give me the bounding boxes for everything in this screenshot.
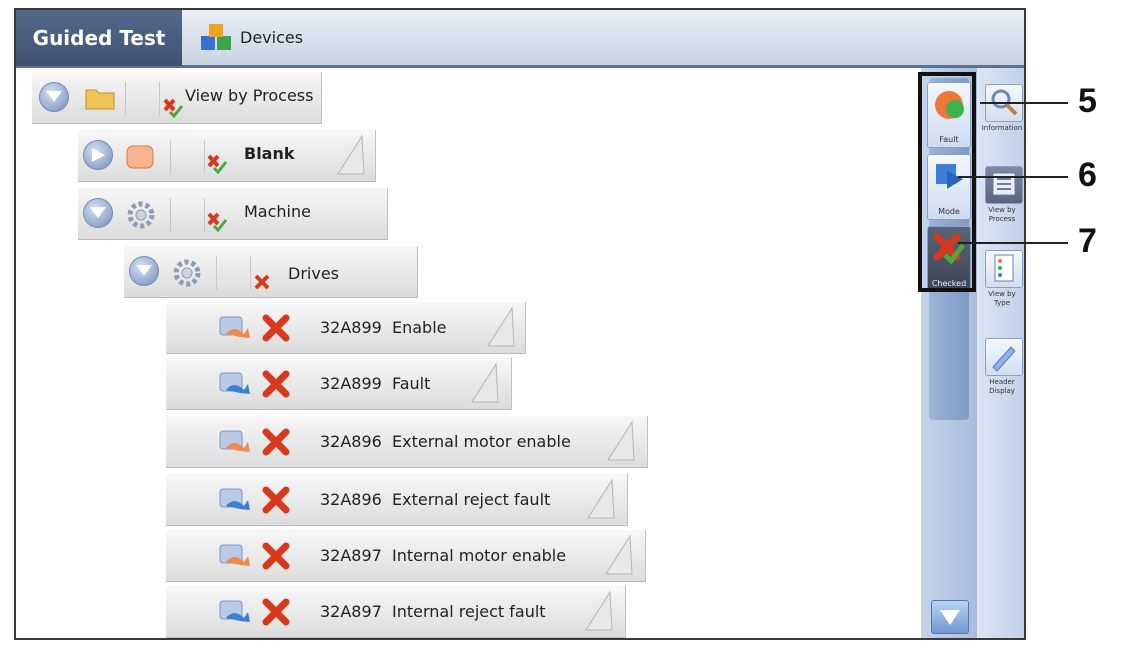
callout-number-5: 5	[1078, 82, 1097, 120]
signal-code: 32A899	[320, 374, 382, 393]
fault-x-icon	[262, 542, 290, 570]
input-signal-icon	[219, 372, 250, 394]
type-list-icon	[994, 254, 1014, 282]
collapse-caret-icon[interactable]	[129, 256, 159, 286]
signal-name: Internal reject fault	[392, 602, 546, 621]
signal-row[interactable]: 32A896 External reject fault	[166, 474, 628, 526]
tree-node-view-by-process[interactable]: View by Process	[32, 72, 322, 124]
page-curl-icon	[587, 478, 615, 519]
chevron-down-icon	[940, 610, 960, 625]
app-window: Guided Test Devices View by Process Blan…	[14, 8, 1026, 640]
gear-icon	[173, 259, 201, 287]
tab-guided-test[interactable]: Guided Test	[16, 10, 182, 66]
page-curl-icon	[605, 534, 633, 575]
fault-x-icon	[262, 314, 290, 342]
signal-row[interactable]: 32A899 Enable	[166, 302, 526, 354]
view-by-type-button[interactable]: View by Type	[981, 250, 1023, 318]
callout-line	[958, 242, 1068, 244]
tab-devices[interactable]: Devices	[186, 14, 317, 62]
header-display-button[interactable]: Header Display	[981, 338, 1023, 406]
input-signal-icon	[219, 488, 250, 510]
callout-line	[958, 176, 1068, 178]
callout-number-6: 6	[1078, 156, 1097, 194]
view-by-type-label: View by Type	[988, 290, 1016, 307]
signal-code: 32A899	[320, 318, 382, 337]
tree-node-label: Blank	[244, 144, 295, 163]
information-button[interactable]: Information	[981, 84, 1023, 152]
view-by-process-label: View by Process	[988, 206, 1016, 223]
fault-checked-icon	[207, 154, 228, 174]
callout-line	[980, 102, 1068, 104]
fault-x-icon	[254, 274, 270, 290]
callout-number-7: 7	[1078, 222, 1097, 260]
page-curl-icon	[471, 362, 499, 403]
page-curl-icon	[585, 590, 613, 631]
fault-x-icon	[262, 486, 290, 514]
page-curl-icon	[487, 306, 515, 347]
expand-caret-icon[interactable]	[83, 140, 113, 170]
header-display-label: Header Display	[989, 378, 1015, 395]
fault-checked-icon	[163, 98, 184, 118]
signal-name: External motor enable	[392, 432, 571, 451]
signal-name: Internal motor enable	[392, 546, 567, 565]
signal-name: Enable	[392, 318, 447, 337]
tree-node-machine[interactable]: Machine	[78, 188, 388, 240]
output-signal-icon	[219, 316, 250, 338]
tree-node-drives[interactable]: Drives	[124, 246, 418, 298]
signal-row[interactable]: 32A896 External motor enable	[166, 416, 648, 468]
signal-code: 32A897	[320, 546, 382, 565]
tab-devices-label: Devices	[240, 28, 304, 47]
page-curl-icon	[607, 420, 635, 461]
tree-node-label: View by Process	[185, 86, 314, 105]
blank-module-icon	[126, 145, 154, 169]
signal-code: 32A896	[320, 432, 382, 451]
signal-code: 32A897	[320, 602, 382, 621]
collapse-caret-icon[interactable]	[83, 198, 113, 228]
scroll-down-button[interactable]	[931, 600, 969, 634]
pen-icon	[992, 346, 1016, 372]
output-signal-icon	[219, 544, 250, 566]
signal-code: 32A896	[320, 490, 382, 509]
devices-cubes-icon	[201, 24, 231, 50]
signal-row[interactable]: 32A899 Fault	[166, 358, 512, 410]
fault-x-icon	[262, 428, 290, 456]
folder-icon	[85, 89, 115, 110]
tree-node-label: Machine	[244, 202, 311, 221]
fault-x-icon	[262, 370, 290, 398]
page-curl-icon	[337, 134, 365, 175]
collapse-caret-icon[interactable]	[39, 82, 69, 112]
signal-row[interactable]: 32A897 Internal motor enable	[166, 530, 646, 582]
signal-name: External reject fault	[392, 490, 551, 509]
tree-node-blank[interactable]: Blank	[78, 130, 376, 182]
output-signal-icon	[219, 430, 250, 452]
signal-name: Fault	[392, 374, 431, 393]
signal-row[interactable]: 32A897 Internal reject fault	[166, 586, 626, 638]
fault-x-icon	[262, 598, 290, 626]
view-bar: Information View by Process View by Type…	[977, 68, 1024, 638]
input-signal-icon	[219, 600, 250, 622]
process-tree: View by Process Blank Machine Drives 32A…	[16, 68, 921, 638]
tree-node-label: Drives	[288, 264, 339, 283]
information-label: Information	[981, 124, 1023, 132]
gear-icon	[127, 201, 155, 229]
fault-checked-icon	[207, 212, 228, 232]
process-list-icon	[992, 172, 1016, 196]
tab-bar: Guided Test Devices	[16, 10, 1024, 68]
callout-highlight-box	[918, 72, 976, 292]
